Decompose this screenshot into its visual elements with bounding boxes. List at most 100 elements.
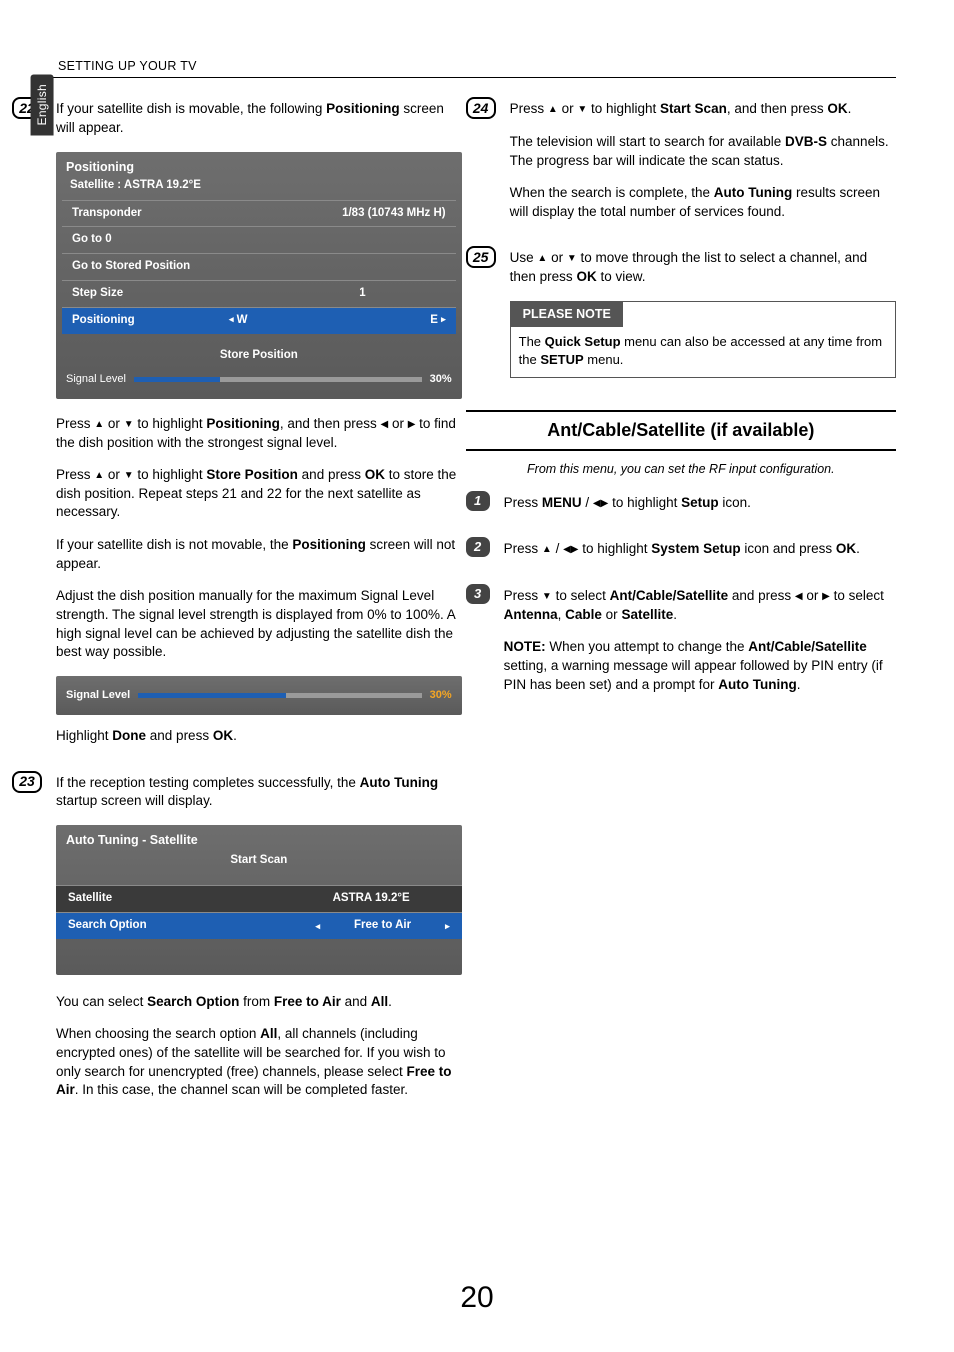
note-head: PLEASE NOTE xyxy=(511,302,623,327)
osd-row-transponder: Transponder 1/83 (10743 MHz H) xyxy=(62,200,456,227)
small-step-1-body: Press MENU / ◀▶ to highlight Setup icon. xyxy=(504,494,896,527)
signal-label: Signal Level xyxy=(66,372,126,387)
step-22-intro: If your satellite dish is movable, the f… xyxy=(56,100,462,137)
section-heading: Ant/Cable/Satellite (if available) xyxy=(466,410,896,451)
left-column: 22 If your satellite dish is movable, th… xyxy=(58,100,462,1128)
bold: Start Scan xyxy=(660,101,727,116)
text: Press xyxy=(504,541,542,556)
step-23-p1: If the reception testing completes succe… xyxy=(56,774,462,811)
label: Search Option xyxy=(68,918,147,934)
page-header: SETTING UP YOUR TV xyxy=(53,58,896,78)
bold: OK xyxy=(576,269,596,284)
bold: Auto Tuning xyxy=(714,185,792,200)
bold: OK xyxy=(365,467,385,482)
text: , and then press xyxy=(280,416,381,431)
right-e: E ▸ xyxy=(430,313,445,329)
step-badge-dark: 2 xyxy=(466,537,490,557)
label: Go to 0 xyxy=(72,232,112,248)
triangle-left-icon: ◂ xyxy=(315,920,320,932)
note-body: The Quick Setup menu can also be accesse… xyxy=(511,327,895,377)
text: Press xyxy=(504,495,542,510)
text: setting, a warning message will appear f… xyxy=(504,658,883,692)
text: Press xyxy=(504,588,542,603)
bold: Positioning xyxy=(292,537,366,552)
running-head: SETTING UP YOUR TV xyxy=(58,58,896,75)
text: The xyxy=(519,334,545,349)
text: You can select xyxy=(56,994,147,1009)
bold: Cable xyxy=(565,607,602,622)
step-24: 24 Press ▲ or ▼ to highlight Start Scan,… xyxy=(512,100,896,235)
triangle-down-icon: ▼ xyxy=(124,418,134,432)
text: and press xyxy=(728,588,795,603)
small-step-2-body: Press ▲ / ◀▶ to highlight System Setup i… xyxy=(504,540,896,573)
small-step-3-body: Press ▼ to select Ant/Cable/Satellite an… xyxy=(504,587,896,708)
triangle-down-icon: ▼ xyxy=(577,103,587,117)
text: / xyxy=(582,495,593,510)
signal-bar xyxy=(138,693,421,698)
osd-title: Positioning xyxy=(56,152,462,178)
text: Use xyxy=(510,250,538,265)
at-row-satellite: Satellite ASTRA 19.2°E xyxy=(56,885,462,912)
value: ASTRA 19.2°E xyxy=(333,891,450,907)
step-24-body: Press ▲ or ▼ to highlight Start Scan, an… xyxy=(510,100,896,235)
signal-pct: 30% xyxy=(430,372,452,387)
osd-store-position: Store Position xyxy=(56,334,462,372)
text: or xyxy=(104,416,124,431)
triangle-down-icon: ▼ xyxy=(567,252,577,266)
s3-note: NOTE: When you attempt to change the Ant… xyxy=(504,638,896,694)
bold: Ant/Cable/Satellite xyxy=(610,588,729,603)
bold: Auto Tuning xyxy=(360,775,438,790)
s2-text: Press ▲ / ◀▶ to highlight System Setup i… xyxy=(504,540,896,559)
step-badge: 25 xyxy=(466,246,496,268)
signal-bar xyxy=(134,377,422,382)
text: When the search is complete, the xyxy=(510,185,714,200)
text: . xyxy=(797,677,801,692)
label: Satellite xyxy=(68,891,112,907)
small-step-3: 3 Press ▼ to select Ant/Cable/Satellite … xyxy=(512,587,896,708)
bold: OK xyxy=(827,101,847,116)
text: W xyxy=(237,314,248,326)
text: . xyxy=(233,728,237,743)
label: Transponder xyxy=(72,206,142,222)
label: Positioning xyxy=(72,313,135,329)
step-number-1: 1 xyxy=(466,491,490,527)
text: and press xyxy=(298,467,365,482)
text: to highlight xyxy=(578,541,651,556)
osd-row-goto0: Go to 0 xyxy=(62,226,456,253)
triangle-left-icon: ◂ xyxy=(229,314,234,324)
triangle-right-icon: ▸ xyxy=(445,920,450,932)
osd-subtitle: Satellite : ASTRA 19.2°E xyxy=(56,178,462,200)
text: Press xyxy=(56,416,94,431)
bold: Done xyxy=(112,728,146,743)
triangle-right-icon: ▶ xyxy=(822,590,830,604)
at-title: Auto Tuning - Satellite xyxy=(56,825,462,853)
triangle-down-icon: ▼ xyxy=(124,469,134,483)
step-25-body: Use ▲ or ▼ to move through the list to s… xyxy=(510,249,896,395)
triangle-up-icon: ▲ xyxy=(548,103,558,117)
bold: Free to Air xyxy=(274,994,341,1009)
bold: Search Option xyxy=(147,994,239,1009)
at-start-scan: Start Scan xyxy=(56,853,462,885)
triangle-up-icon: ▲ xyxy=(542,543,552,557)
text: to highlight xyxy=(587,101,660,116)
text: to select xyxy=(552,588,610,603)
step-number-2: 2 xyxy=(466,537,490,573)
text: . xyxy=(848,101,852,116)
text: or xyxy=(558,101,578,116)
triangle-up-icon: ▲ xyxy=(537,252,547,266)
step-23-p2: You can select Search Option from Free t… xyxy=(56,993,462,1012)
s1-text: Press MENU / ◀▶ to highlight Setup icon. xyxy=(504,494,896,513)
text: When choosing the search option xyxy=(56,1026,260,1041)
triangle-up-icon: ▲ xyxy=(94,469,104,483)
triangle-left-icon: ◀ xyxy=(593,497,601,511)
bold: MENU xyxy=(542,495,582,510)
text: . xyxy=(673,607,677,622)
signal-bar-fill xyxy=(138,693,285,698)
step-23: 23 If the reception testing completes su… xyxy=(58,774,462,1114)
step-number-22: 22 xyxy=(12,97,42,759)
auto-tuning-panel: Auto Tuning - Satellite Start Scan Satel… xyxy=(56,825,462,975)
small-step-2: 2 Press ▲ / ◀▶ to highlight System Setup… xyxy=(512,540,896,573)
s3-text: Press ▼ to select Ant/Cable/Satellite an… xyxy=(504,587,896,624)
small-step-1: 1 Press MENU / ◀▶ to highlight Setup ico… xyxy=(512,494,896,527)
at-row-search-option: Search Option ◂ Free to Air ▸ xyxy=(56,912,462,939)
